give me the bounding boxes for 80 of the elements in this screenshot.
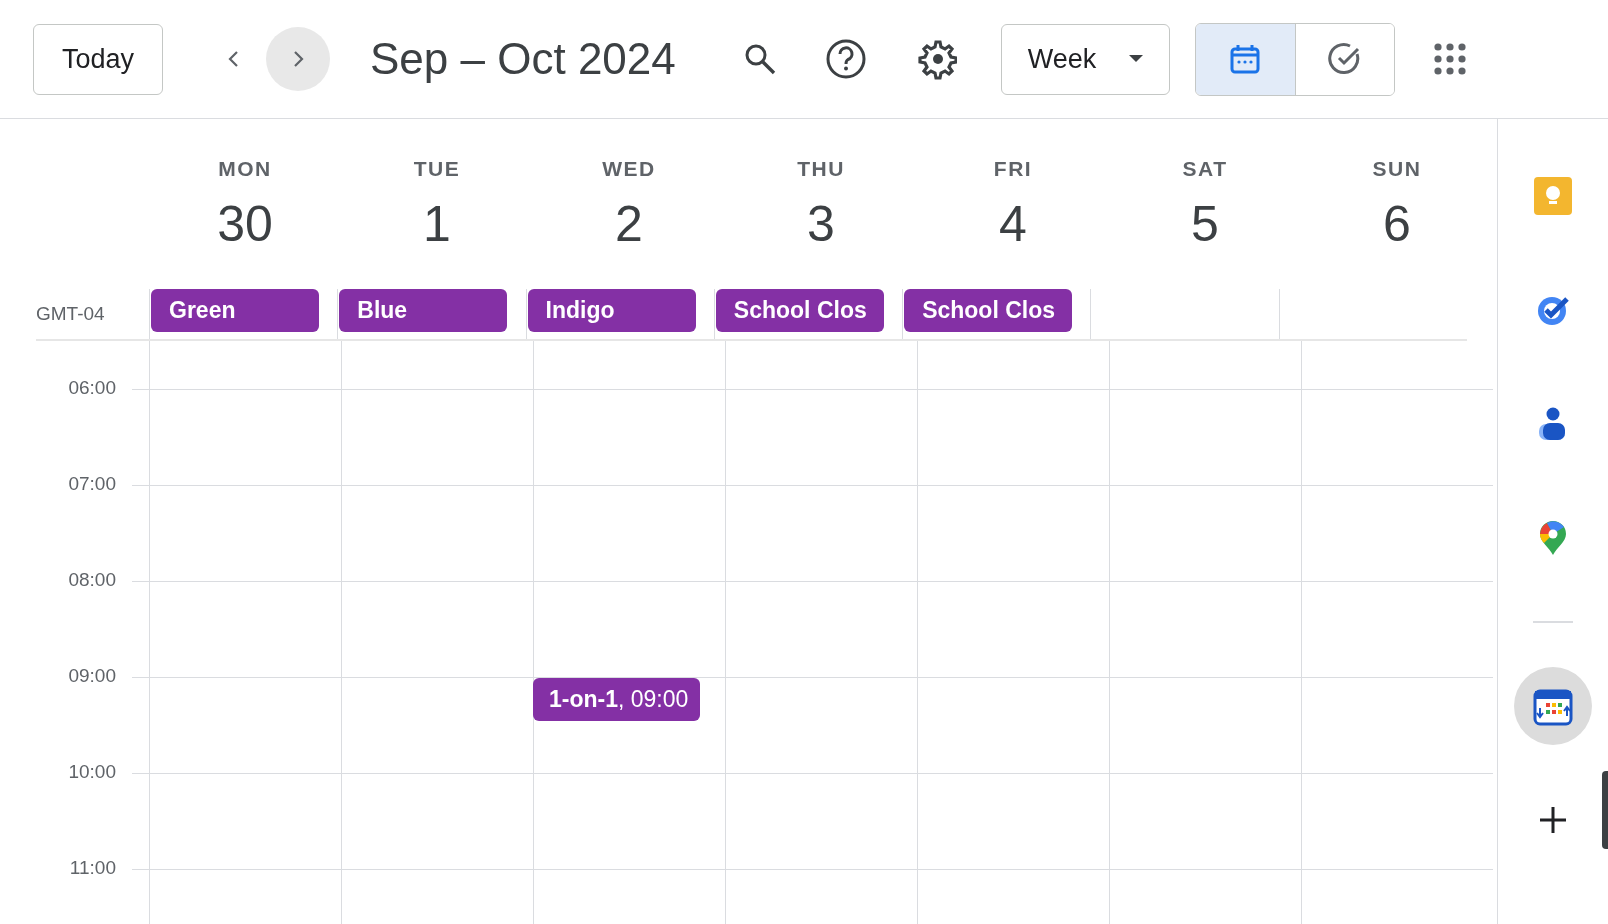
view-dropdown[interactable]: Week	[1000, 23, 1170, 95]
time-slot[interactable]	[1109, 485, 1301, 581]
help-icon[interactable]	[824, 38, 867, 80]
date-number[interactable]: 3	[807, 195, 835, 253]
time-slot[interactable]	[533, 389, 725, 485]
timezone-label: GMT-04	[36, 303, 105, 325]
weekday-label: THU	[797, 157, 845, 181]
date-number[interactable]: 4	[999, 195, 1027, 253]
all-day-event[interactable]: School Clos	[715, 289, 884, 332]
time-slot[interactable]	[149, 389, 341, 485]
hour-label: 10:00	[68, 761, 116, 783]
time-slot[interactable]	[1301, 581, 1493, 677]
time-slot[interactable]	[533, 485, 725, 581]
all-day-cell[interactable]: School Clos	[713, 289, 903, 339]
hour-label: 06:00	[68, 377, 116, 399]
calendar-icon	[1229, 43, 1262, 75]
calendar-view-toggle[interactable]	[1195, 23, 1295, 95]
time-slot[interactable]	[917, 677, 1109, 773]
all-day-event[interactable]: Green	[151, 289, 319, 332]
time-slot[interactable]	[149, 773, 341, 869]
calendar-event[interactable]: 1-on-1, 09:00	[533, 678, 700, 721]
time-slot[interactable]	[149, 581, 341, 677]
weekday-label: WED	[602, 157, 656, 181]
time-slot[interactable]	[341, 389, 533, 485]
weekday-label: SAT	[1182, 157, 1228, 181]
time-slot[interactable]	[725, 485, 917, 581]
hour-label: 11:00	[69, 857, 116, 879]
time-slot[interactable]	[1301, 485, 1493, 581]
time-slot[interactable]	[725, 773, 917, 869]
time-slot[interactable]	[1301, 677, 1493, 773]
hour-label: 08:00	[68, 569, 116, 591]
date-number[interactable]: 1	[423, 195, 451, 253]
all-day-event[interactable]: Indigo	[527, 289, 696, 332]
time-slot[interactable]	[533, 773, 725, 869]
plus-icon	[1539, 806, 1567, 834]
time-slot[interactable]	[917, 773, 1109, 869]
time-slot[interactable]	[1301, 389, 1493, 485]
check-circle-icon	[1327, 42, 1362, 76]
all-day-cell[interactable]: Indigo	[525, 289, 714, 339]
time-slot[interactable]	[533, 581, 725, 677]
date-number[interactable]: 2	[615, 195, 643, 253]
all-day-event[interactable]: School Clos	[904, 289, 1073, 332]
apps-grid-icon[interactable]	[1432, 42, 1467, 76]
time-slot[interactable]	[725, 581, 917, 677]
weekday-label: TUE	[413, 157, 461, 181]
time-slot[interactable]	[341, 581, 533, 677]
date-number[interactable]: 5	[1191, 195, 1219, 253]
time-slot[interactable]	[1109, 581, 1301, 677]
time-slot[interactable]	[725, 677, 917, 773]
weekday-label: MON	[218, 157, 272, 181]
all-day-cell[interactable]: School Clos	[902, 289, 1091, 339]
time-slot[interactable]	[1109, 677, 1301, 773]
time-slot[interactable]: 1-on-1, 09:00	[533, 677, 725, 773]
date-number[interactable]: 6	[1383, 195, 1411, 253]
time-slot[interactable]	[149, 485, 341, 581]
time-slot[interactable]	[917, 485, 1109, 581]
all-day-cell[interactable]: Green	[149, 289, 338, 339]
map-pin-icon	[1539, 520, 1567, 556]
time-slot[interactable]	[1301, 773, 1493, 869]
weekday-label: SUN	[1372, 157, 1422, 181]
caret-icon	[1128, 55, 1143, 63]
date-number[interactable]: 30	[217, 195, 273, 253]
time-slot[interactable]	[917, 581, 1109, 677]
today-button[interactable]: Today	[33, 23, 163, 95]
hour-label: 07:00	[68, 473, 116, 495]
time-slot[interactable]	[341, 677, 533, 773]
time-slot[interactable]	[917, 389, 1109, 485]
weekday-label: FRI	[993, 157, 1033, 181]
all-day-cell[interactable]: Blue	[337, 289, 526, 339]
time-slot[interactable]	[1109, 773, 1301, 869]
time-slot[interactable]	[149, 677, 341, 773]
date-range-title: Sep – Oct 2024	[370, 34, 676, 84]
time-slot[interactable]	[725, 389, 917, 485]
lightbulb-icon	[1534, 177, 1572, 215]
hour-label: 09:00	[68, 665, 116, 687]
time-slot[interactable]	[1109, 389, 1301, 485]
time-slot[interactable]	[341, 773, 533, 869]
tasks-view-toggle[interactable]	[1294, 23, 1394, 95]
time-slot[interactable]	[341, 485, 533, 581]
all-day-event[interactable]: Blue	[339, 289, 508, 332]
